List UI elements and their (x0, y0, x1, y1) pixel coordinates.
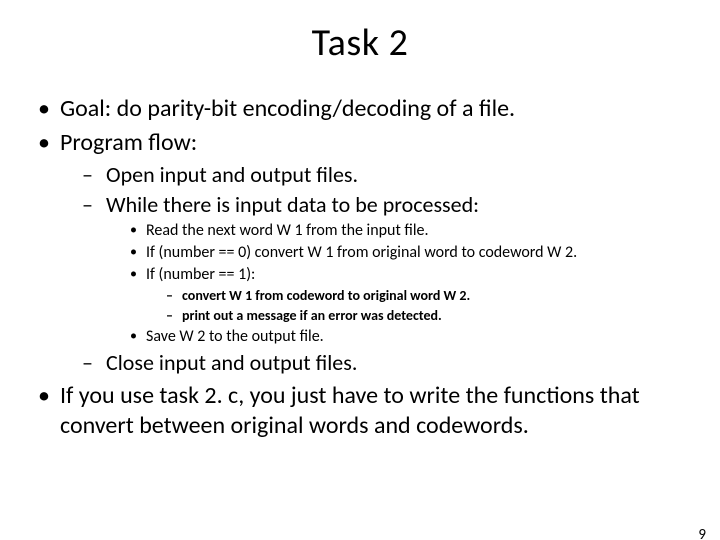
bullet-program-flow-text: Program flow: (60, 128, 197, 157)
bullet-open-files: Open input and output files. (82, 162, 684, 189)
slide: Task 2 Goal: do parity-bit encoding/deco… (0, 20, 720, 540)
bullet-goal: Goal: do parity-bit encoding/decoding of… (36, 94, 684, 124)
bullet-program-flow: Program flow: Open input and output file… (36, 128, 684, 377)
bullet-convert-codeword: convert W 1 from codeword to original wo… (166, 287, 684, 305)
bullet-while-input: While there is input data to be processe… (82, 192, 684, 347)
bullet-print-error: print out a message if an error was dete… (166, 307, 684, 325)
bullet-if-1-text: If (number == 1): (146, 265, 255, 284)
bullet-close-files: Close input and output files. (82, 350, 684, 377)
bullet-list-l3: Read the next word W 1 from the input fi… (106, 221, 684, 347)
page-number: 9 (698, 526, 706, 540)
bullet-list-l2: Open input and output files. While there… (60, 162, 684, 377)
slide-content: Goal: do parity-bit encoding/decoding of… (0, 94, 720, 441)
bullet-save-w2: Save W 2 to the output file. (128, 327, 684, 347)
bullet-while-input-text: While there is input data to be processe… (106, 191, 479, 218)
bullet-list-l1: Goal: do parity-bit encoding/decoding of… (36, 94, 684, 441)
bullet-if-1: If (number == 1): convert W 1 from codew… (128, 265, 684, 325)
slide-title: Task 2 (0, 20, 720, 66)
bullet-task2c-note: If you use task 2. c, you just have to w… (36, 381, 684, 441)
bullet-read-word: Read the next word W 1 from the input fi… (128, 221, 684, 241)
bullet-if-0: If (number == 0) convert W 1 from origin… (128, 243, 684, 263)
bullet-list-l4: convert W 1 from codeword to original wo… (146, 287, 684, 325)
